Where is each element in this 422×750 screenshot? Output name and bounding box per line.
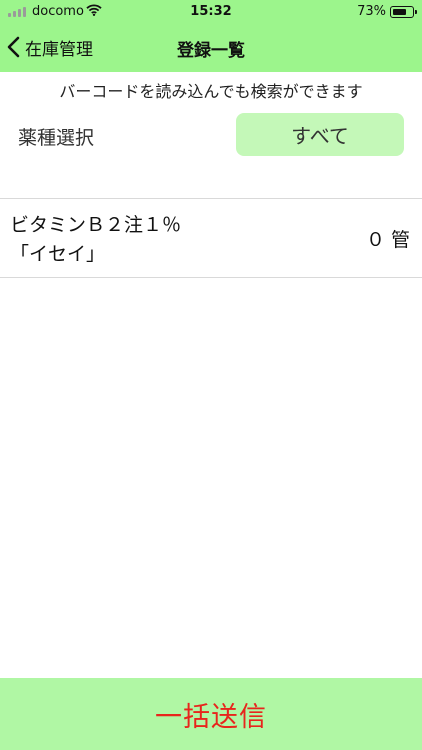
navigation-bar: 在庫管理 登録一覧 — [0, 24, 422, 72]
battery-icon — [390, 6, 417, 18]
app-screen: docomo 15:32 73% 在庫管理 登録一覧 バーコードを読み込んでも検… — [0, 0, 422, 750]
bulk-send-button[interactable]: 一括送信 — [0, 678, 422, 750]
battery-percentage: 73% — [357, 4, 386, 19]
header: docomo 15:32 73% 在庫管理 登録一覧 — [0, 0, 422, 72]
filter-label: 薬種選択 — [18, 127, 95, 149]
item-quantity: ０ 管 — [365, 229, 410, 251]
list-item[interactable]: ビタミンＢ２注１％ 「イセイ」 ０ 管 — [0, 199, 422, 277]
search-hint: バーコードを読み込んでも検索ができます — [59, 82, 363, 101]
back-button[interactable]: 在庫管理 — [6, 32, 93, 62]
back-label: 在庫管理 — [25, 39, 93, 60]
bulk-send-label: 一括送信 — [155, 701, 267, 733]
drug-type-selected-value: すべて — [291, 124, 349, 148]
battery-level-fill — [392, 8, 406, 15]
status-bar: docomo 15:32 73% — [0, 0, 422, 24]
list-item-divider — [0, 277, 422, 278]
chevron-left-icon — [7, 36, 20, 58]
item-name: ビタミンＢ２注１％ 「イセイ」 — [10, 214, 182, 265]
drug-type-select-button[interactable]: すべて — [236, 113, 404, 156]
